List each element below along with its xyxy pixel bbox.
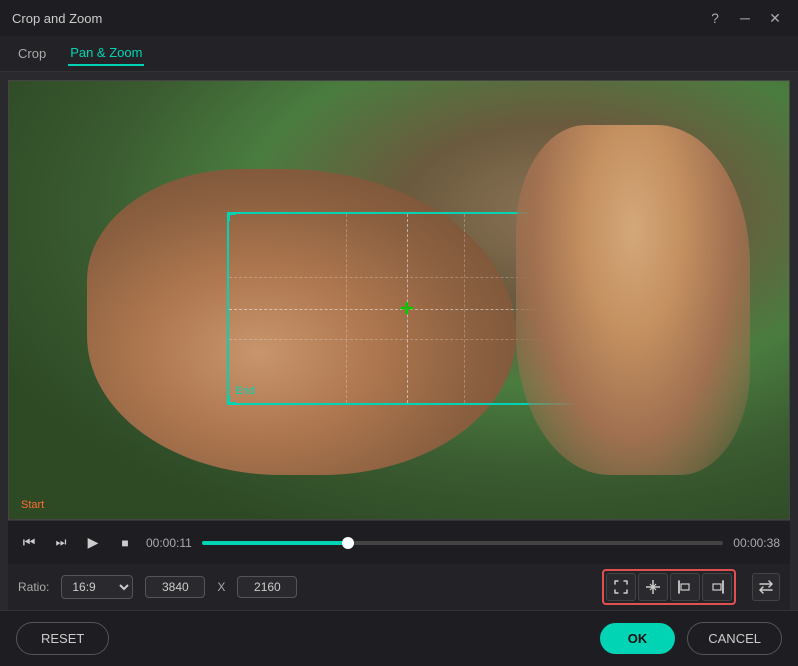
playback-bar: ⏮ ⏭ ▶ ■ 00:00:11 00:00:38 [8, 520, 790, 564]
align-right-button[interactable] [702, 573, 732, 601]
handle-top-right[interactable] [577, 213, 585, 221]
window-controls: ? ─ ✕ [704, 7, 786, 29]
crop-box-inner: ✛ End [229, 214, 584, 403]
action-bar: RESET OK CANCEL [0, 610, 798, 666]
tab-bar: Crop Pan & Zoom [0, 36, 798, 72]
video-preview: ✛ End Start [8, 80, 790, 520]
resolution-separator: X [217, 580, 225, 594]
minimize-button[interactable]: ─ [734, 7, 756, 29]
window-title: Crop and Zoom [12, 11, 102, 26]
step-back-button[interactable]: ⏭ [50, 532, 72, 554]
height-input[interactable] [237, 576, 297, 598]
close-button[interactable]: ✕ [764, 7, 786, 29]
handle-bottom-right[interactable] [577, 396, 585, 404]
ratio-label: Ratio: [18, 580, 49, 594]
titlebar: Crop and Zoom ? ─ ✕ [0, 0, 798, 36]
fit-button[interactable] [606, 573, 636, 601]
video-start-label: Start [21, 499, 44, 511]
progress-track[interactable] [202, 541, 723, 545]
play-button[interactable]: ▶ [82, 532, 104, 554]
stop-button[interactable]: ■ [114, 532, 136, 554]
controls-row: Ratio: 16:9 4:3 1:1 9:16 Custom X [8, 564, 790, 610]
handle-top-left[interactable] [228, 213, 236, 221]
time-total: 00:00:38 [733, 536, 780, 550]
cancel-button[interactable]: CANCEL [687, 622, 782, 655]
progress-fill [202, 541, 348, 545]
tab-pan-zoom[interactable]: Pan & Zoom [68, 41, 144, 66]
reset-button[interactable]: RESET [16, 622, 109, 655]
handle-bottom-left[interactable] [228, 396, 236, 404]
help-button[interactable]: ? [704, 7, 726, 29]
video-canvas: ✛ End [9, 81, 789, 519]
swap-button[interactable] [752, 573, 780, 601]
crop-box[interactable]: ✛ End [227, 212, 586, 405]
align-left-button[interactable] [670, 573, 700, 601]
ok-button[interactable]: OK [600, 623, 676, 654]
width-input[interactable] [145, 576, 205, 598]
crop-center-icon: ✛ [400, 299, 413, 319]
time-current: 00:00:11 [146, 536, 192, 550]
tab-crop[interactable]: Crop [16, 42, 48, 65]
prev-frame-button[interactable]: ⏮ [18, 532, 40, 554]
center-button[interactable] [638, 573, 668, 601]
crop-end-label: End [235, 385, 255, 397]
progress-thumb[interactable] [342, 537, 354, 549]
transform-button-group [602, 569, 736, 605]
ratio-select[interactable]: 16:9 4:3 1:1 9:16 Custom [61, 575, 133, 599]
